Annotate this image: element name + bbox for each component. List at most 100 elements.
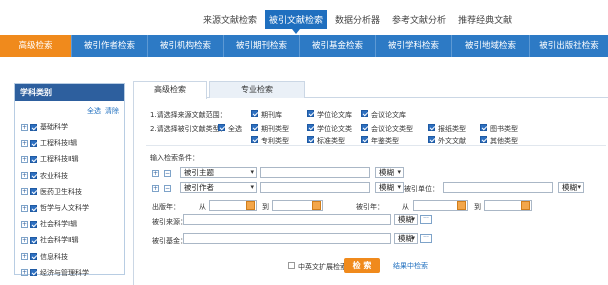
- expand-icon[interactable]: +: [21, 220, 28, 228]
- add-row-icon[interactable]: +: [152, 170, 159, 177]
- nav-cited-publisher[interactable]: 被引出版社检索: [530, 35, 608, 57]
- expand-icon[interactable]: +: [21, 204, 28, 212]
- calendar-icon[interactable]: [521, 201, 530, 210]
- remove-row-icon[interactable]: −: [164, 170, 171, 177]
- checkbox[interactable]: [30, 220, 37, 228]
- divider: [146, 145, 606, 146]
- expand-icon[interactable]: +: [21, 236, 28, 244]
- type-journal[interactable]: 期刊类型: [251, 124, 289, 134]
- checkbox[interactable]: [30, 253, 37, 261]
- remove-row-icon[interactable]: −: [164, 185, 171, 192]
- sidebar-item[interactable]: + 信息科技: [15, 249, 124, 265]
- sidebar-item[interactable]: + 工程科技Ⅰ辑: [15, 135, 124, 151]
- type-select-all[interactable]: 全选: [218, 124, 242, 134]
- from-label: 从: [402, 203, 409, 211]
- sidebar-ops: 全选 清除: [15, 101, 124, 119]
- from-label: 从: [199, 203, 206, 211]
- field-input-2[interactable]: [260, 182, 370, 193]
- more-icon[interactable]: ···: [420, 215, 432, 224]
- tab-professional[interactable]: 专业检索: [209, 81, 305, 98]
- expand-icon[interactable]: +: [21, 172, 28, 180]
- nav-cited-fund[interactable]: 被引基金检索: [300, 35, 376, 57]
- match-select-1[interactable]: 模糊: [375, 167, 404, 178]
- calendar-icon[interactable]: [457, 201, 466, 210]
- sidebar-item[interactable]: + 经济与管理科学: [15, 265, 124, 281]
- checkbox[interactable]: [30, 172, 37, 180]
- nav-cited-journal[interactable]: 被引期刊检索: [224, 35, 300, 57]
- field-input-1[interactable]: [260, 167, 370, 178]
- unit-input[interactable]: [443, 182, 553, 193]
- sidebar-item[interactable]: + 社会科学Ⅱ辑: [15, 232, 124, 248]
- checkbox[interactable]: [30, 236, 37, 244]
- field-select-1[interactable]: 被引主题: [180, 167, 257, 178]
- checkbox[interactable]: [30, 155, 37, 163]
- nav-cited-subject[interactable]: 被引学科检索: [376, 35, 452, 57]
- top-tabs: 来源文献检索 被引文献检索 数据分析器 参考文献分析 推荐经典文献: [199, 10, 520, 34]
- result-search-link[interactable]: 结果中检索: [393, 261, 428, 271]
- fund-input[interactable]: [183, 233, 391, 244]
- sidebar-item[interactable]: + 医药卫生科技: [15, 184, 124, 200]
- checkbox[interactable]: [30, 188, 37, 196]
- checkbox[interactable]: [30, 123, 37, 131]
- calendar-icon[interactable]: [312, 201, 321, 210]
- sidebar-item[interactable]: + 工程科技Ⅱ辑: [15, 151, 124, 167]
- nav-cited-institution[interactable]: 被引机构检索: [148, 35, 224, 57]
- expand-icon[interactable]: +: [21, 155, 28, 163]
- type-conference[interactable]: 会议论文类型: [361, 124, 413, 134]
- pub-year-label: 出版年：: [152, 203, 180, 211]
- condition-label: 输入检索条件：: [150, 154, 199, 162]
- tab-cited-search[interactable]: 被引文献检索: [265, 10, 328, 34]
- nav-cited-region[interactable]: 被引地域检索: [452, 35, 530, 57]
- panel-tabs: 高级检索 专业检索: [133, 81, 608, 99]
- cited-year-label: 被引年：: [356, 203, 384, 211]
- range-conference[interactable]: 会议论文库: [361, 110, 406, 120]
- nav-advanced-search[interactable]: 高级检索: [0, 35, 72, 57]
- fund-match-select[interactable]: 模糊: [394, 233, 418, 244]
- more-icon[interactable]: ···: [420, 234, 432, 243]
- tab-advanced[interactable]: 高级检索: [133, 81, 207, 99]
- select-all-link[interactable]: 全选: [87, 107, 101, 115]
- source-label: 被引来源：: [152, 218, 187, 226]
- sidebar-item[interactable]: + 农业科技: [15, 168, 124, 184]
- range-label: 1.请选择来源文献范围：: [150, 111, 227, 119]
- clear-link[interactable]: 清除: [105, 107, 119, 115]
- match-select-2[interactable]: 模糊: [375, 182, 404, 193]
- checkbox[interactable]: [30, 139, 37, 147]
- unit-match-select[interactable]: 模糊: [558, 182, 584, 193]
- ext-checkbox[interactable]: [288, 262, 295, 269]
- to-label: 到: [474, 203, 481, 211]
- sidebar-item[interactable]: + 基础科学: [15, 119, 124, 135]
- fund-label: 被引基金：: [152, 237, 187, 245]
- nav-cited-author[interactable]: 被引作者检索: [72, 35, 148, 57]
- checkbox[interactable]: [30, 269, 37, 277]
- source-match-select[interactable]: 模糊: [394, 214, 418, 225]
- tab-data-analyzer[interactable]: 数据分析器: [331, 10, 384, 29]
- expand-icon[interactable]: +: [21, 123, 28, 131]
- sidebar-item[interactable]: + 哲学与人文科学: [15, 200, 124, 216]
- search-button[interactable]: 检 索: [344, 258, 380, 273]
- expand-icon[interactable]: +: [21, 139, 28, 147]
- tab-recommended[interactable]: 推荐经典文献: [454, 10, 516, 29]
- expand-icon[interactable]: +: [21, 269, 28, 277]
- range-thesis[interactable]: 学位论文库: [307, 110, 352, 120]
- to-label: 到: [262, 203, 269, 211]
- subject-sidebar: 学科类别 全选 清除 + 基础科学 + 工程科技Ⅰ辑 + 工程科技Ⅱ辑 + 农业科技 + 医…: [14, 83, 125, 277]
- sidebar-item[interactable]: + 社会科学Ⅰ辑: [15, 216, 124, 232]
- type-label: 2.请选择被引文献类型：: [150, 125, 227, 133]
- range-journal[interactable]: 期刊库: [251, 110, 282, 120]
- tab-source-search[interactable]: 来源文献检索: [199, 10, 261, 29]
- tab-reference-analysis[interactable]: 参考文献分析: [388, 10, 450, 29]
- ext-search-option[interactable]: 中英文扩展检索: [288, 262, 347, 272]
- field-select-2[interactable]: 被引作者: [180, 182, 257, 193]
- type-thesis[interactable]: 学位论文类: [307, 124, 352, 134]
- expand-icon[interactable]: +: [21, 188, 28, 196]
- top-header: 来源文献检索 被引文献检索 数据分析器 参考文献分析 推荐经典文献: [0, 0, 608, 34]
- source-input[interactable]: [183, 214, 391, 225]
- calendar-icon[interactable]: [246, 201, 255, 210]
- type-book[interactable]: 图书类型: [480, 124, 518, 134]
- type-newspaper[interactable]: 报纸类型: [428, 124, 466, 134]
- checkbox[interactable]: [30, 204, 37, 212]
- expand-icon[interactable]: +: [21, 253, 28, 261]
- add-row-icon[interactable]: +: [152, 185, 159, 192]
- sidebar-title: 学科类别: [15, 84, 124, 101]
